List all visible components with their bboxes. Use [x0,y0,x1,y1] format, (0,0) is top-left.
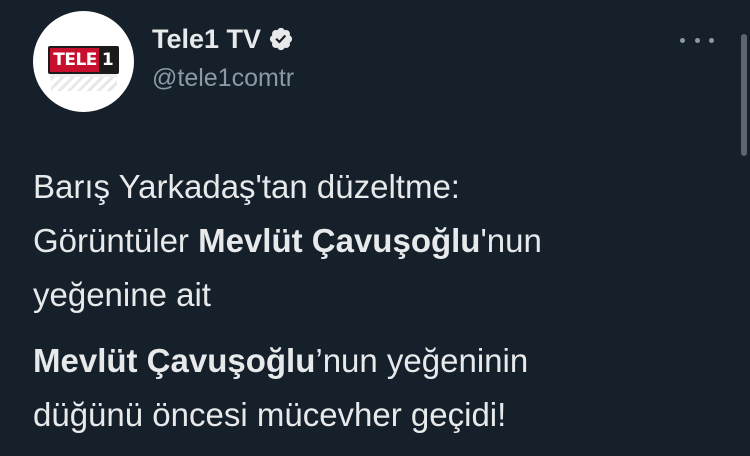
user-handle[interactable]: @tele1comtr [152,62,294,94]
more-dot [680,37,685,43]
more-dot [694,37,700,43]
tweet-line-2-bold: Mevlüt Çavuşoğlu [198,222,481,259]
tweet-line-3: yeğenine ait [33,276,211,313]
logo-text-dark: 1 [98,47,117,72]
display-name[interactable]: Tele1 TV [152,22,261,56]
more-icon[interactable] [680,30,714,50]
tweet-paragraph-1: Barış Yarkadaş'tan düzeltme: Görüntüler … [33,160,723,322]
tweet-paragraph-2: Mevlüt Çavuşoğlu’nun yeğeninin düğünü ön… [33,334,723,442]
tweet-line-2-suffix: 'nun [480,222,542,259]
verified-badge-icon [269,27,293,51]
avatar-pattern [51,77,117,91]
scrollbar-thumb[interactable] [741,34,747,156]
tweet-line-1: Barış Yarkadaş'tan düzeltme: [33,168,460,205]
tweet-para2-bold: Mevlüt Çavuşoğlu [33,342,316,379]
tele1-logo: TELE 1 [48,45,119,74]
logo-text-red: TELE [50,47,99,72]
tweet-text: Barış Yarkadaş'tan düzeltme: Görüntüler … [33,160,723,442]
tweet-para2-rest-1: ’nun yeğeninin [315,342,529,379]
tweet-line-2-prefix: Görüntüler [33,222,199,259]
more-dot [709,37,714,43]
avatar[interactable]: TELE 1 [33,11,134,112]
tweet-para2-rest-2: düğünü öncesi mücevher geçidi! [33,396,507,433]
user-name-row[interactable]: Tele1 TV [152,22,294,56]
tweet-card: TELE 1 Tele1 TV @tele1comtr Barış Yarkad… [0,0,750,456]
scrollbar[interactable] [739,0,750,456]
